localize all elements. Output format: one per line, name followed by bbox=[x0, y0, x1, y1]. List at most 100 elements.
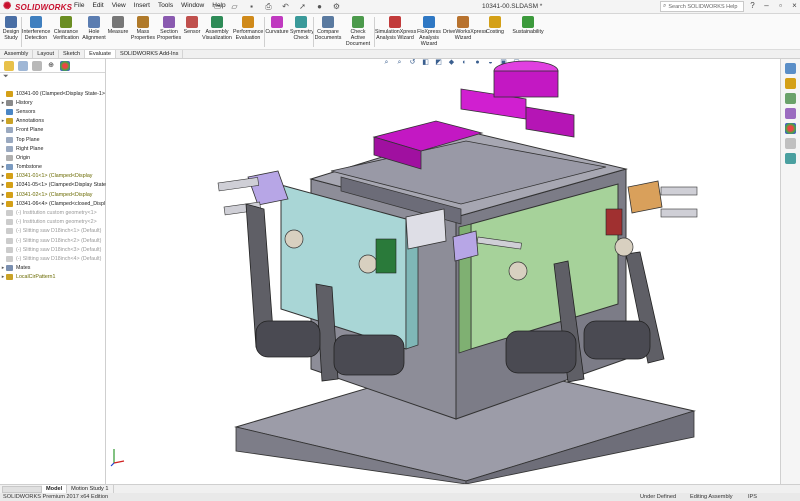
clearance-verification-button[interactable]: Clearance Verification bbox=[51, 16, 81, 41]
menu-edit[interactable]: Edit bbox=[92, 2, 103, 9]
feature-tree-item[interactable]: ▸ 10341-01<1> (Clamped<Display bbox=[0, 172, 106, 181]
view-palette-icon[interactable] bbox=[785, 108, 796, 119]
feature-tree-item[interactable]: (-) Slitting saw D18inch<2> (Default) bbox=[0, 236, 106, 245]
tab-layout[interactable]: Layout bbox=[33, 50, 60, 58]
feature-tree-item[interactable]: (-) Slitting saw D18inch<3> (Default) bbox=[0, 245, 106, 254]
sustainability-button[interactable]: Sustainability bbox=[510, 16, 546, 35]
sensor-button[interactable]: Sensor bbox=[182, 16, 202, 35]
property-manager-icon[interactable] bbox=[18, 60, 28, 71]
floxpress-button[interactable]: FloXpress Analysis Wizard bbox=[416, 16, 442, 47]
feature-manager-icon[interactable] bbox=[4, 60, 14, 71]
magenta-clamp-post[interactable] bbox=[493, 70, 559, 98]
locator-pin[interactable] bbox=[358, 254, 378, 274]
options-icon[interactable]: ⚙ bbox=[331, 2, 342, 12]
feature-tree-item[interactable]: ▸ LocalCirPattern1 bbox=[0, 273, 106, 282]
rebuild-icon[interactable]: ● bbox=[314, 2, 325, 12]
feature-tree-item[interactable]: (-) Slitting saw D18inch<4> (Default) bbox=[0, 254, 106, 263]
new-icon[interactable]: ▭ bbox=[212, 2, 223, 12]
feature-tree-item[interactable]: (-) Slitting saw D18inch<1> (Default) bbox=[0, 227, 106, 236]
tab-model[interactable]: Model bbox=[42, 485, 68, 493]
design-library-icon[interactable] bbox=[785, 78, 796, 89]
measure-button[interactable]: Measure bbox=[107, 16, 129, 35]
locator-pin[interactable] bbox=[284, 229, 304, 249]
feature-tree-item[interactable]: ▸ History bbox=[0, 98, 106, 107]
clamp-cylinder[interactable] bbox=[255, 320, 321, 358]
locator-pin[interactable] bbox=[508, 261, 528, 281]
tab-scroll-arrows[interactable] bbox=[2, 485, 42, 493]
menu-file[interactable]: File bbox=[74, 2, 84, 9]
expand-arrow-icon[interactable]: ▸ bbox=[0, 182, 6, 188]
sensor-block[interactable] bbox=[605, 208, 623, 236]
solidworks-resources-icon[interactable] bbox=[785, 63, 796, 74]
feature-tree-item[interactable]: ▸ Mates bbox=[0, 264, 106, 273]
open-icon[interactable]: ▱ bbox=[229, 2, 240, 12]
symmetry-check-button[interactable]: Symmetry Check bbox=[290, 16, 314, 41]
menu-view[interactable]: View bbox=[112, 2, 126, 9]
fixture-assembly-model[interactable] bbox=[106, 59, 780, 484]
menu-window[interactable]: Window bbox=[181, 2, 204, 9]
costing-button[interactable]: Costing bbox=[484, 16, 506, 35]
menu-insert[interactable]: Insert bbox=[134, 2, 150, 9]
help-icon[interactable]: ? bbox=[748, 1, 757, 10]
clamp-cylinder[interactable] bbox=[583, 320, 651, 360]
bolt[interactable] bbox=[660, 208, 698, 218]
appearances-icon[interactable] bbox=[785, 123, 796, 134]
tab-solidworks-addins[interactable]: SOLIDWORKS Add-Ins bbox=[116, 50, 184, 58]
minimize-icon[interactable]: – bbox=[762, 1, 771, 10]
feature-tree-item[interactable]: Front Plane bbox=[0, 126, 106, 135]
configuration-manager-icon[interactable] bbox=[32, 60, 42, 71]
menu-tools[interactable]: Tools bbox=[158, 2, 173, 9]
dimxpert-icon[interactable]: ⊕ bbox=[46, 61, 56, 71]
tab-motion-study[interactable]: Motion Study 1 bbox=[67, 485, 114, 493]
purple-clamp-block-left[interactable] bbox=[247, 170, 289, 206]
feature-tree-item[interactable]: Sensors bbox=[0, 107, 106, 116]
compare-documents-button[interactable]: Compare Documents bbox=[314, 16, 342, 41]
hole-alignment-button[interactable]: Hole Alignment bbox=[82, 16, 106, 41]
driveworksxpress-button[interactable]: DriveWorksXpress Wizard bbox=[443, 16, 487, 41]
feature-tree-item[interactable]: Right Plane bbox=[0, 144, 106, 153]
tab-sketch[interactable]: Sketch bbox=[59, 50, 86, 58]
feature-tree-item[interactable]: (-) Institution custom geometry<2> bbox=[0, 218, 106, 227]
file-explorer-icon[interactable] bbox=[785, 93, 796, 104]
feature-tree-item[interactable]: ▸ Tombstone bbox=[0, 163, 106, 172]
select-icon[interactable]: ➚ bbox=[297, 2, 308, 12]
bolt[interactable] bbox=[660, 186, 698, 196]
locator-pin[interactable] bbox=[614, 237, 634, 257]
help-search-box[interactable]: ⌕ Search SOLIDWORKS Help bbox=[660, 1, 744, 12]
section-properties-button[interactable]: Section Properties bbox=[157, 16, 181, 41]
feature-tree-item[interactable]: ▸ 10341-05<1> (Clamped<Display State bbox=[0, 181, 106, 190]
forum-icon[interactable] bbox=[785, 153, 796, 164]
solidworks-logo[interactable]: ✺ SOLIDWORKS bbox=[3, 1, 72, 13]
design-study-button[interactable]: Design Study bbox=[2, 16, 20, 41]
clamp-cylinder[interactable] bbox=[505, 330, 577, 374]
close-icon[interactable]: × bbox=[790, 1, 799, 10]
feature-tree-item[interactable]: ▸ 10341-06<4> (Clamped<closed_Displ bbox=[0, 199, 106, 208]
feature-tree-item[interactable]: 10341-00 (Clamped<Display State-1> bbox=[0, 89, 106, 98]
assembly-visualization-button[interactable]: Assembly Visualization bbox=[202, 16, 232, 41]
feature-tree-item[interactable]: Top Plane bbox=[0, 135, 106, 144]
orange-clamp-block[interactable] bbox=[627, 180, 663, 214]
status-units[interactable]: IPS bbox=[748, 493, 757, 501]
feature-tree-item[interactable]: (-) Institution custom geometry<1> bbox=[0, 208, 106, 217]
save-icon[interactable]: ▪ bbox=[246, 2, 257, 12]
mass-properties-button[interactable]: Mass Properties bbox=[130, 16, 156, 41]
simulationxpress-button[interactable]: SimulationXpress Analysis Wizard bbox=[375, 16, 416, 41]
feature-tree-item[interactable]: Origin bbox=[0, 153, 106, 162]
graphics-area[interactable]: ⌕ ⌕ ↺ ◧ ◩ ◆ ◐ ● ◒ ▣ ▢ bbox=[106, 59, 780, 484]
feature-tree-item[interactable]: ▸ Annotations bbox=[0, 117, 106, 126]
undo-icon[interactable]: ↶ bbox=[280, 2, 291, 12]
tab-assembly[interactable]: Assembly bbox=[0, 50, 34, 58]
performance-evaluation-button[interactable]: Performance Evaluation bbox=[233, 16, 263, 41]
feature-tree-item[interactable]: ▸ 10341-02<1> (Clamped<Display bbox=[0, 190, 106, 199]
print-icon[interactable]: ⎙ bbox=[263, 2, 274, 12]
curvature-button[interactable]: Curvature bbox=[265, 16, 289, 35]
restore-icon[interactable]: ▫ bbox=[776, 1, 785, 10]
sensor-block[interactable] bbox=[375, 238, 397, 274]
check-active-document-button[interactable]: Check Active Document bbox=[343, 16, 373, 47]
interference-detection-button[interactable]: Interference Detection bbox=[22, 16, 50, 41]
filter-icon[interactable]: ⏷ bbox=[0, 73, 105, 82]
custom-properties-icon[interactable] bbox=[785, 138, 796, 149]
magenta-clamp-lever[interactable] bbox=[525, 106, 575, 138]
clamp-cylinder[interactable] bbox=[333, 334, 405, 376]
tab-evaluate[interactable]: Evaluate bbox=[85, 50, 116, 58]
